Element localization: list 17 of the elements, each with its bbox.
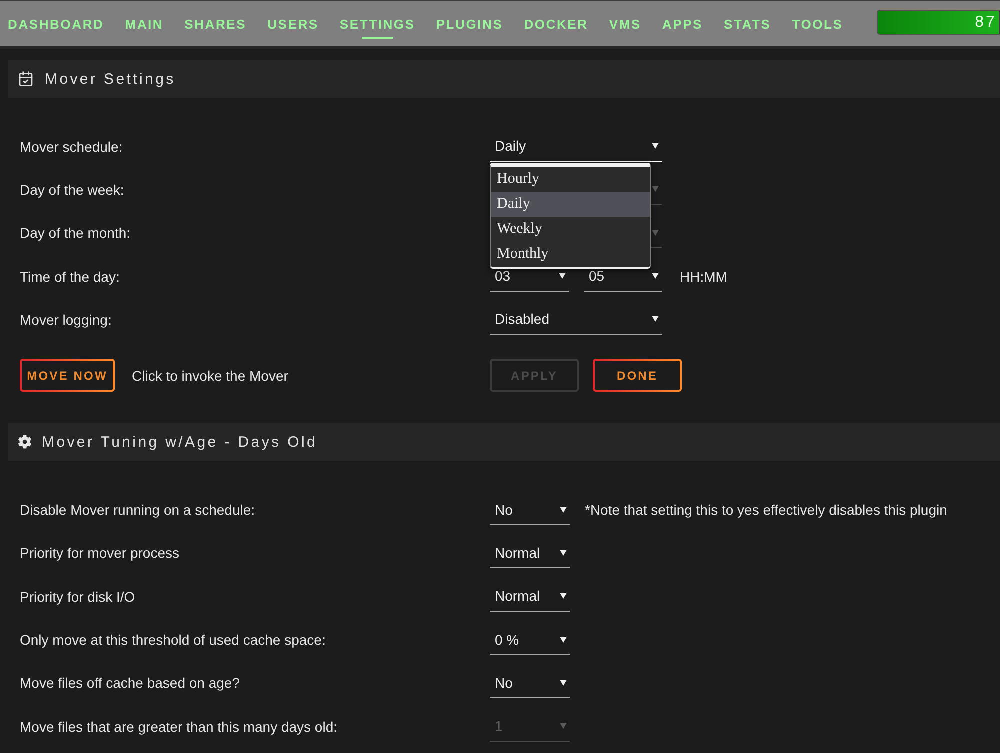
setting-label: Mover schedule: [20,138,124,155]
setting-label: Day of the week: [20,182,126,198]
setting-label: Disable Mover running on a schedule: [20,502,256,518]
time-format-label: HH:MM [680,268,728,285]
move-hint-text: Click to invoke the Mover [132,368,288,384]
setting-label: Only move at this threshold of used cache space: [20,632,327,648]
setting-label: Move files that are greater than this many days old: [20,718,338,735]
setting-label: Priority for disk I/O [20,588,136,605]
note-text: *Note that setting this to yes effectively disables this plugin [585,502,948,518]
setting-label: Time of the day: [20,268,121,285]
section-title: Mover Tuning w/Age - Days Old [42,434,318,451]
usage-meter-label: 87 [975,14,997,32]
setting-label: Priority for mover process [20,545,180,562]
setting-label: Move files off cache based on age? [20,675,242,692]
setting-label: Day of the month: [20,225,132,242]
section-title: Mover Settings [45,70,176,88]
setting-label: Mover logging: [20,312,113,328]
